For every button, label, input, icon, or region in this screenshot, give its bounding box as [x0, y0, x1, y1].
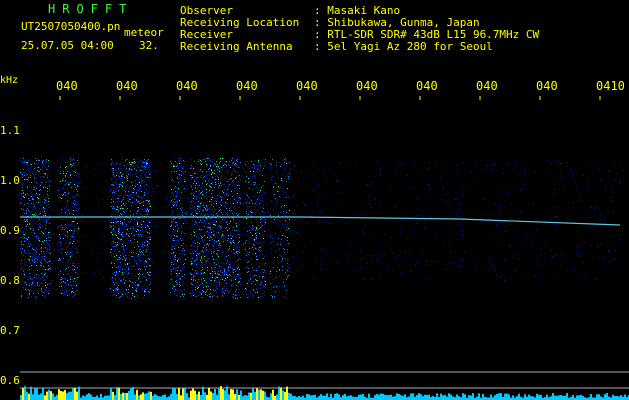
x-tick: 040 [536, 79, 558, 93]
hrofft-window: HROFFT UT2507050400.pn meteor 25.07.05 0… [0, 0, 629, 400]
noise-field [20, 158, 621, 299]
app-title: HROFFT [48, 2, 134, 16]
x-tick: 040 [56, 79, 78, 93]
x-tick: 040 [416, 79, 438, 93]
x-tick: 040 [296, 79, 318, 93]
spectrogram-plot [20, 96, 629, 400]
antenna-label: Receiving Antenna [180, 40, 293, 53]
x-tick: 0410 [596, 79, 625, 93]
y-axis-unit: kHz [0, 75, 19, 86]
y-tick: 0.7 [0, 324, 20, 337]
y-tick: 1.1 [0, 124, 20, 137]
timestamp: 25.07.05 04:00 [21, 39, 114, 52]
meteor-label: meteor [124, 26, 164, 39]
x-tick: 040 [356, 79, 378, 93]
antenna-value: : 5el Yagi Az 280 for Seoul [314, 40, 493, 53]
x-tick: 040 [236, 79, 258, 93]
y-tick: 1.0 [0, 174, 20, 187]
x-tick: 040 [476, 79, 498, 93]
y-tick: 0.9 [0, 224, 20, 237]
x-tick: 040 [116, 79, 138, 93]
x-tick: 040 [176, 79, 198, 93]
y-tick: 0.8 [0, 274, 20, 287]
y-tick: 0.6 [0, 374, 20, 387]
meteor-count: 32. [139, 39, 159, 52]
file-name: UT2507050400.pn [21, 20, 121, 33]
